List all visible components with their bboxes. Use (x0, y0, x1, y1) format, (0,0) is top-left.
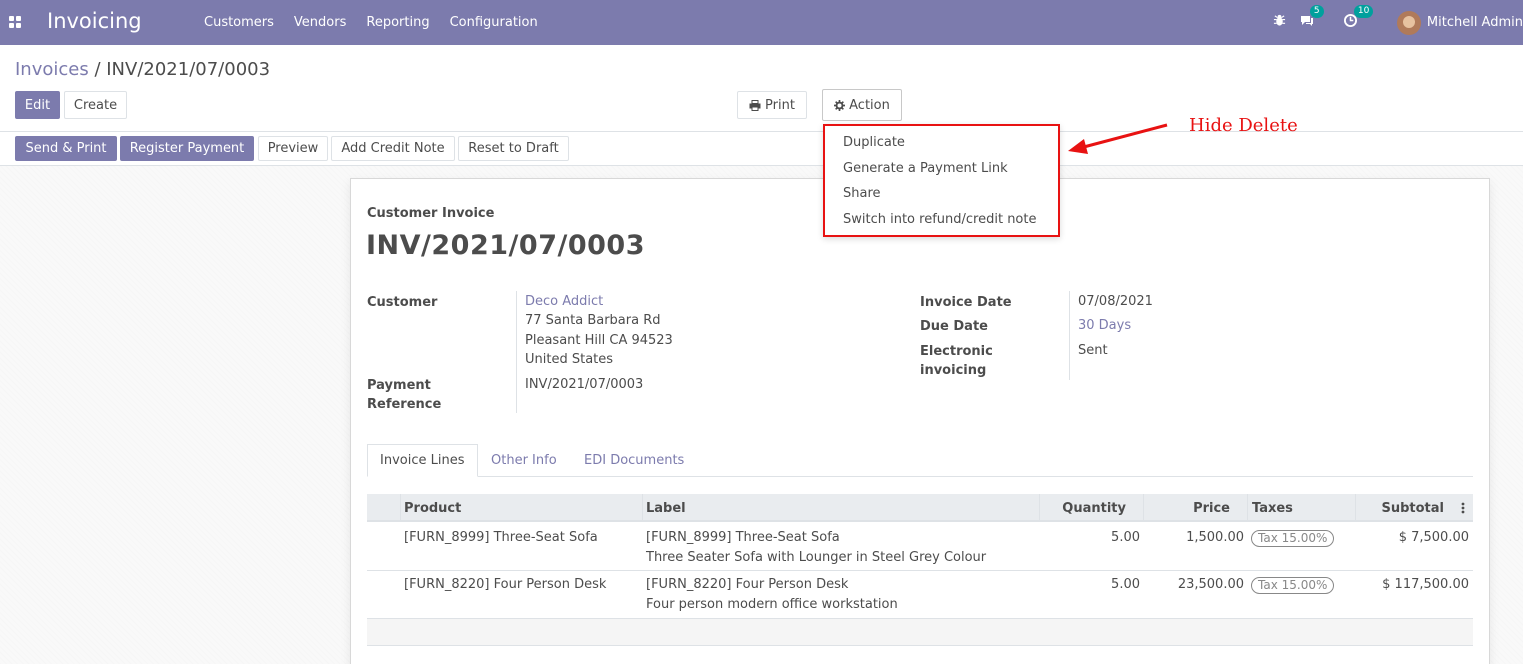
user-avatar[interactable] (1396, 10, 1421, 35)
menu-customers[interactable]: Customers (204, 15, 274, 30)
print-label: Print (765, 97, 795, 113)
breadcrumb-current: INV/2021/07/0003 (106, 59, 271, 80)
menu-item-switch-refund[interactable]: Switch into refund/credit note (843, 212, 1036, 227)
row-price: 23,500.00 (1177, 577, 1244, 592)
print-button[interactable]: Print (737, 91, 807, 119)
address-line-1: 77 Santa Barbara Rd (525, 313, 661, 328)
col-label[interactable]: Label (646, 494, 686, 522)
register-payment-button[interactable]: Register Payment (120, 136, 254, 161)
main-menu: Customers Vendors Reporting Configuratio… (204, 15, 558, 30)
activities-count-badge: 10 (1353, 5, 1374, 18)
due-date-label: Due Date (920, 319, 988, 334)
electronic-invoicing-label-2: invoicing (920, 363, 987, 378)
messages-count-badge: 5 (1309, 5, 1324, 18)
tab-edi-documents[interactable]: EDI Documents (572, 444, 696, 477)
edit-button[interactable]: Edit (15, 91, 60, 119)
optional-columns-icon[interactable] (1461, 494, 1465, 522)
col-taxes[interactable]: Taxes (1252, 494, 1293, 522)
apps-menu-icon[interactable] (9, 16, 21, 28)
menu-item-duplicate[interactable]: Duplicate (843, 135, 905, 150)
debug-bug-icon[interactable] (1273, 14, 1286, 31)
invoice-date-label: Invoice Date (920, 295, 1012, 310)
column-separator (642, 494, 643, 522)
row-price: 1,500.00 (1186, 530, 1244, 545)
menu-item-share[interactable]: Share (843, 186, 881, 201)
menu-reporting[interactable]: Reporting (366, 15, 429, 30)
customer-link[interactable]: Deco Addict (525, 292, 603, 312)
invoice-date-value: 07/08/2021 (1078, 294, 1153, 309)
tax-badge: Tax 15.00% (1251, 530, 1335, 547)
action-label: Action (849, 97, 890, 113)
col-quantity[interactable]: Quantity (1039, 494, 1126, 522)
row-subtotal: $ 117,500.00 (1382, 577, 1469, 592)
field-divider (1069, 291, 1070, 380)
menu-item-generate-payment-link[interactable]: Generate a Payment Link (843, 161, 1008, 176)
messages-icon[interactable]: 5 (1300, 5, 1324, 31)
row-label-line-1: [FURN_8220] Four Person Desk (646, 577, 849, 592)
create-button[interactable]: Create (64, 91, 127, 119)
customer-label: Customer (367, 295, 438, 310)
row-quantity: 5.00 (1111, 530, 1140, 545)
payment-reference-label-2: Reference (367, 397, 442, 412)
column-separator (400, 494, 401, 522)
tax-badge: Tax 15.00% (1251, 577, 1335, 594)
breadcrumb-invoices-link[interactable]: Invoices (15, 59, 89, 80)
electronic-invoicing-label-1: Electronic (920, 344, 993, 359)
row-label-line-2: Four person modern office workstation (646, 597, 898, 612)
col-product[interactable]: Product (404, 494, 461, 522)
reset-to-draft-button[interactable]: Reset to Draft (458, 136, 569, 161)
top-navbar: Invoicing Customers Vendors Reporting Co… (0, 0, 1523, 45)
row-product: [FURN_8999] Three-Seat Sofa (404, 530, 598, 545)
invoice-type: Customer Invoice (367, 206, 495, 221)
row-divider (367, 645, 1473, 646)
row-quantity: 5.00 (1111, 577, 1140, 592)
annotation-label: Hide Delete (1189, 115, 1298, 136)
col-subtotal[interactable]: Subtotal (1355, 494, 1444, 522)
col-price[interactable]: Price (1143, 494, 1230, 522)
user-name[interactable]: Mitchell Admin (1427, 15, 1523, 30)
systray: 5 10 Mitchell Admin (1273, 0, 1523, 45)
electronic-invoicing-value: Sent (1078, 343, 1108, 358)
activities-clock-icon[interactable]: 10 (1343, 5, 1374, 31)
breadcrumb: Invoices / INV/2021/07/0003 (15, 59, 270, 80)
add-credit-note-button[interactable]: Add Credit Note (331, 136, 455, 161)
menu-vendors[interactable]: Vendors (294, 15, 346, 30)
gear-icon (834, 99, 846, 111)
column-separator (1247, 494, 1248, 522)
row-label-line-1: [FURN_8999] Three-Seat Sofa (646, 530, 840, 545)
field-divider (516, 291, 517, 413)
row-label-line-2: Three Seater Sofa with Lounger in Steel … (646, 550, 987, 565)
action-button[interactable]: Action (822, 89, 902, 121)
menu-configuration[interactable]: Configuration (450, 15, 538, 30)
row-divider (367, 570, 1473, 571)
tab-invoice-lines[interactable]: Invoice Lines (367, 444, 478, 477)
invoice-name: INV/2021/07/0003 (366, 230, 645, 261)
print-icon (749, 99, 761, 111)
row-subtotal: $ 7,500.00 (1398, 530, 1469, 545)
breadcrumb-separator: / (88, 59, 107, 80)
payment-reference-value: INV/2021/07/0003 (525, 377, 644, 392)
row-product: [FURN_8220] Four Person Desk (404, 577, 607, 592)
due-date-value[interactable]: 30 Days (1078, 316, 1131, 336)
table-footer (367, 619, 1473, 645)
table-header: Product Label Quantity Price Taxes Subto… (367, 494, 1473, 522)
send-print-button[interactable]: Send & Print (15, 136, 117, 161)
action-dropdown-menu: Duplicate Generate a Payment Link Share … (823, 124, 1060, 237)
annotation-arrow-icon (1068, 123, 1168, 154)
app-title[interactable]: Invoicing (47, 9, 142, 33)
address-line-2: Pleasant Hill CA 94523 (525, 333, 673, 348)
address-line-3: United States (525, 352, 614, 367)
payment-reference-label-1: Payment (367, 378, 431, 393)
tab-other-info[interactable]: Other Info (479, 444, 569, 477)
preview-button[interactable]: Preview (258, 136, 328, 161)
